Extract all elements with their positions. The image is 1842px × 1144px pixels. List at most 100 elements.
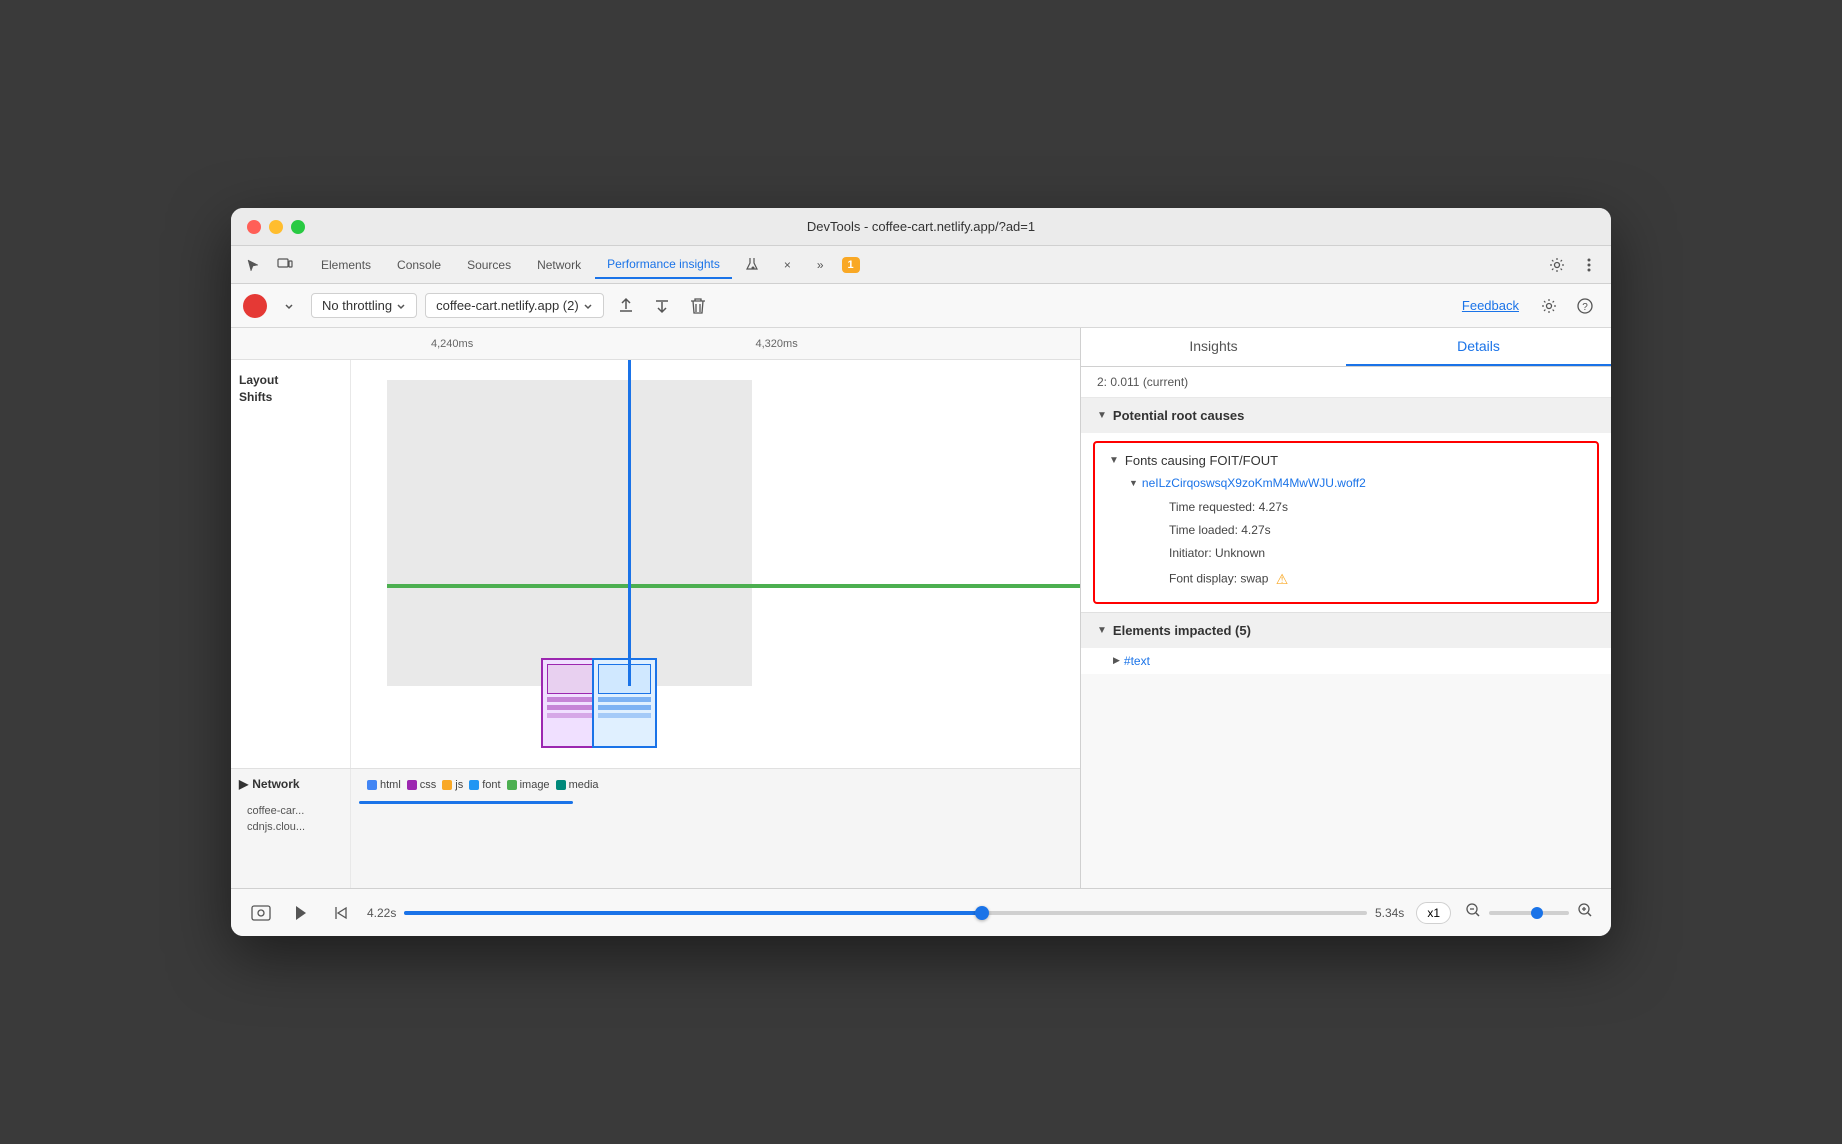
export-up-button[interactable] <box>612 292 640 320</box>
svg-text:?: ? <box>1582 302 1588 313</box>
url-label: coffee-cart.netlify.app (2) <box>436 298 579 313</box>
screenshot-thumb-2[interactable] <box>592 658 657 748</box>
speed-label: x1 <box>1427 906 1440 920</box>
maximize-button[interactable] <box>291 220 305 234</box>
legend-label-font: font <box>482 779 500 791</box>
legend-dot-js <box>442 780 452 790</box>
url-dropdown[interactable]: coffee-cart.netlify.app (2) <box>425 293 604 318</box>
legend-media: media <box>556 779 599 791</box>
devtools-tab-bar: Elements Console Sources Network Perform… <box>231 246 1611 284</box>
ruler-mark-2: 4,320ms <box>756 338 1081 350</box>
layout-shifts-label: LayoutShifts <box>231 360 351 768</box>
tab-network[interactable]: Network <box>525 252 593 278</box>
play-button[interactable] <box>287 899 315 927</box>
legend-dot-css <box>407 780 417 790</box>
notification-badge: 1 <box>842 257 860 273</box>
toolbar: No throttling coffee-cart.netlify.app (2… <box>231 284 1611 328</box>
zoom-in-button[interactable] <box>1575 900 1595 925</box>
legend-dot-image <box>507 780 517 790</box>
tab-controls <box>1543 251 1603 279</box>
font-file-section: ▼ neILzCirqoswsqX9zoKmM4MwWJU.woff2 Time… <box>1129 476 1583 592</box>
network-section: ▶ Network coffee-car... cdnjs.clou... ht… <box>231 768 1080 888</box>
tab-console[interactable]: Console <box>385 252 453 278</box>
title-bar: DevTools - coffee-cart.netlify.app/?ad=1 <box>231 208 1611 246</box>
timeline-range: 4.22s 5.34s <box>367 906 1404 920</box>
slider-thumb[interactable] <box>975 906 989 920</box>
tab-insights[interactable]: Insights <box>1081 328 1346 366</box>
time-loaded-row: Time loaded: 4.27s <box>1129 519 1583 542</box>
network-row-1: coffee-car... <box>239 803 342 819</box>
version-text: 2: 0.011 (current) <box>1097 375 1188 389</box>
network-label-col: ▶ Network coffee-car... cdnjs.clou... <box>231 769 351 888</box>
text-element-row: ▶ #text <box>1081 648 1611 674</box>
elements-impacted-section[interactable]: ▼ Elements impacted (5) <box>1081 612 1611 648</box>
tab-details[interactable]: Details <box>1346 328 1611 366</box>
help-icon[interactable]: ? <box>1571 292 1599 320</box>
feedback-button[interactable]: Feedback <box>1462 298 1519 313</box>
close-button[interactable] <box>247 220 261 234</box>
tab-flask-icon <box>734 252 770 278</box>
tab-elements[interactable]: Elements <box>309 252 383 278</box>
network-section-title: ▶ Network <box>239 777 342 791</box>
legend-label-media: media <box>569 779 599 791</box>
zoom-control <box>1463 900 1595 925</box>
dropdown-arrow-icon[interactable] <box>275 292 303 320</box>
record-button[interactable] <box>243 294 267 318</box>
zoom-thumb[interactable] <box>1531 907 1543 919</box>
network-legend: html css js font <box>359 773 1072 797</box>
minimize-button[interactable] <box>269 220 283 234</box>
nav-icons <box>239 251 299 279</box>
speed-selector[interactable]: x1 <box>1416 902 1451 924</box>
cursor-icon[interactable] <box>239 251 267 279</box>
timeline-slider[interactable] <box>404 911 1367 915</box>
screenshot-toggle-button[interactable] <box>247 899 275 927</box>
text-element-label[interactable]: #text <box>1124 654 1150 668</box>
main-content: 4,240ms 4,320ms LayoutShifts <box>231 328 1611 888</box>
legend-css: css <box>407 779 437 791</box>
network-scrollbar <box>359 801 573 804</box>
root-causes-header[interactable]: ▼ Potential root causes <box>1081 398 1611 433</box>
font-display-row: Font display: swap ⚠ <box>1129 566 1583 592</box>
throttling-label: No throttling <box>322 298 392 313</box>
export-down-button[interactable] <box>648 292 676 320</box>
triangle-down-icon: ▼ <box>1097 410 1107 421</box>
network-label: Network <box>252 777 299 791</box>
legend-label-css: css <box>420 779 437 791</box>
zoom-slider[interactable] <box>1489 911 1569 915</box>
version-bar: 2: 0.011 (current) <box>1081 367 1611 398</box>
legend-label-js: js <box>455 779 463 791</box>
more-icon[interactable] <box>1575 251 1603 279</box>
potential-root-causes-section: ▼ Potential root causes ▼ Fonts causing … <box>1081 398 1611 674</box>
font-display-text: Font display: swap <box>1169 571 1268 585</box>
fonts-causing-title: Fonts causing FOIT/FOUT <box>1125 453 1278 468</box>
device-icon[interactable] <box>271 251 299 279</box>
right-panel-content: 2: 0.011 (current) ▼ Potential root caus… <box>1081 367 1611 888</box>
blue-cursor-line <box>628 360 631 686</box>
sub-triangle-icon: ▼ <box>1109 455 1119 466</box>
settings-icon-toolbar[interactable] <box>1535 292 1563 320</box>
zoom-out-button[interactable] <box>1463 900 1483 925</box>
green-bar <box>387 584 1080 588</box>
go-to-start-button[interactable] <box>327 899 355 927</box>
left-panel: 4,240ms 4,320ms LayoutShifts <box>231 328 1081 888</box>
tab-close[interactable]: × <box>772 252 803 278</box>
tab-sources[interactable]: Sources <box>455 252 523 278</box>
layout-shifts-text: LayoutShifts <box>239 373 278 404</box>
right-panel-tabs: Insights Details <box>1081 328 1611 367</box>
throttling-dropdown[interactable]: No throttling <box>311 293 417 318</box>
legend-dot-font <box>469 780 479 790</box>
elements-triangle-icon: ▼ <box>1097 625 1107 636</box>
settings-icon[interactable] <box>1543 251 1571 279</box>
timeline-area[interactable] <box>351 360 1080 768</box>
network-row-2: cdnjs.clou... <box>239 819 342 835</box>
ruler-mark-1: 4,240ms <box>351 338 756 350</box>
font-filename-link[interactable]: neILzCirqoswsqX9zoKmM4MwWJU.woff2 <box>1142 476 1366 490</box>
right-panel: Insights Details 2: 0.011 (current) ▼ Po… <box>1081 328 1611 888</box>
tab-more[interactable]: » <box>805 252 836 278</box>
font-triangle-icon: ▼ <box>1129 478 1138 488</box>
legend-font: font <box>469 779 500 791</box>
legend-html: html <box>367 779 401 791</box>
delete-button[interactable] <box>684 292 712 320</box>
tab-performance-insights[interactable]: Performance insights <box>595 251 732 279</box>
highlighted-details-box: ▼ Fonts causing FOIT/FOUT ▼ neILzCirqosw… <box>1093 441 1599 604</box>
